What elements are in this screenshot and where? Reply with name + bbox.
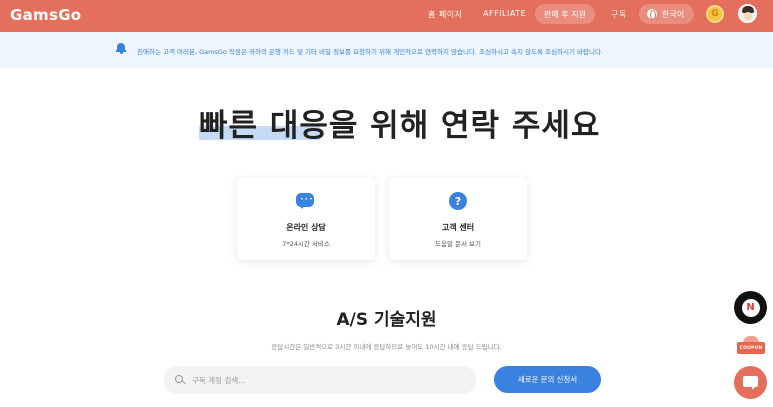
customer-center-card[interactable]: ? 고객 센터 도움말 문서 보기 xyxy=(389,178,527,260)
coupon-icon[interactable]: COUPON xyxy=(737,335,765,359)
search-input[interactable] xyxy=(192,372,462,388)
as-section-title: A/S 기술지원 xyxy=(336,310,437,330)
coupon-label: COUPON xyxy=(737,342,765,354)
top-header: GamsGo 홈 페이지 AFFILIATE 판매 후 지원 구독 한국어 G xyxy=(0,0,773,32)
card-subtitle: 7*24시간 서비스 xyxy=(282,240,330,248)
nav-subscribe[interactable]: 구독 xyxy=(611,9,627,20)
card-title: 온라인 상담 xyxy=(286,223,326,232)
as-section-description: 응답시간은 일반적으로 3시간 이내에 응답하므로 늦어도 10시간 내에 응답… xyxy=(271,343,502,351)
coin-icon[interactable]: G xyxy=(706,5,724,23)
notice-text: 친애하는 고객 여러분, GamsGo 직원은 귀하의 은행 카드 및 기타 비… xyxy=(137,48,604,56)
new-inquiry-button[interactable]: 새로운 문의 신청서 xyxy=(494,366,601,393)
user-avatar[interactable] xyxy=(738,4,757,23)
language-label: 한국어 xyxy=(662,9,685,19)
online-consultation-card[interactable]: ••• 온라인 상담 7*24시간 서비스 xyxy=(237,178,375,260)
gamsgo-logo[interactable]: GamsGo xyxy=(10,6,81,24)
nav-home[interactable]: 홈 페이지 xyxy=(428,9,462,20)
card-title: 고객 센터 xyxy=(441,223,475,232)
security-notice-bar: 친애하는 고객 여러분, GamsGo 직원은 귀하의 은행 카드 및 기타 비… xyxy=(0,32,773,68)
card-subtitle: 도움말 문서 보기 xyxy=(435,240,481,248)
globe-icon xyxy=(647,9,657,20)
nav-after-sales-support[interactable]: 판매 후 지원 xyxy=(535,4,595,24)
help-icon: ? xyxy=(449,192,467,210)
chat-icon: ••• xyxy=(296,193,314,209)
page-title: 빠른 대응을 위해 연락 주세요 xyxy=(199,108,601,144)
n-badge-button[interactable]: N xyxy=(734,291,767,324)
live-chat-icon[interactable] xyxy=(734,366,767,399)
n-logo-icon: N xyxy=(741,298,760,317)
bell-icon xyxy=(116,43,126,54)
subscription-search-bar[interactable] xyxy=(164,366,476,394)
language-selector[interactable]: 한국어 xyxy=(639,4,694,24)
nav-affiliate[interactable]: AFFILIATE xyxy=(483,9,526,18)
search-icon xyxy=(175,375,183,383)
